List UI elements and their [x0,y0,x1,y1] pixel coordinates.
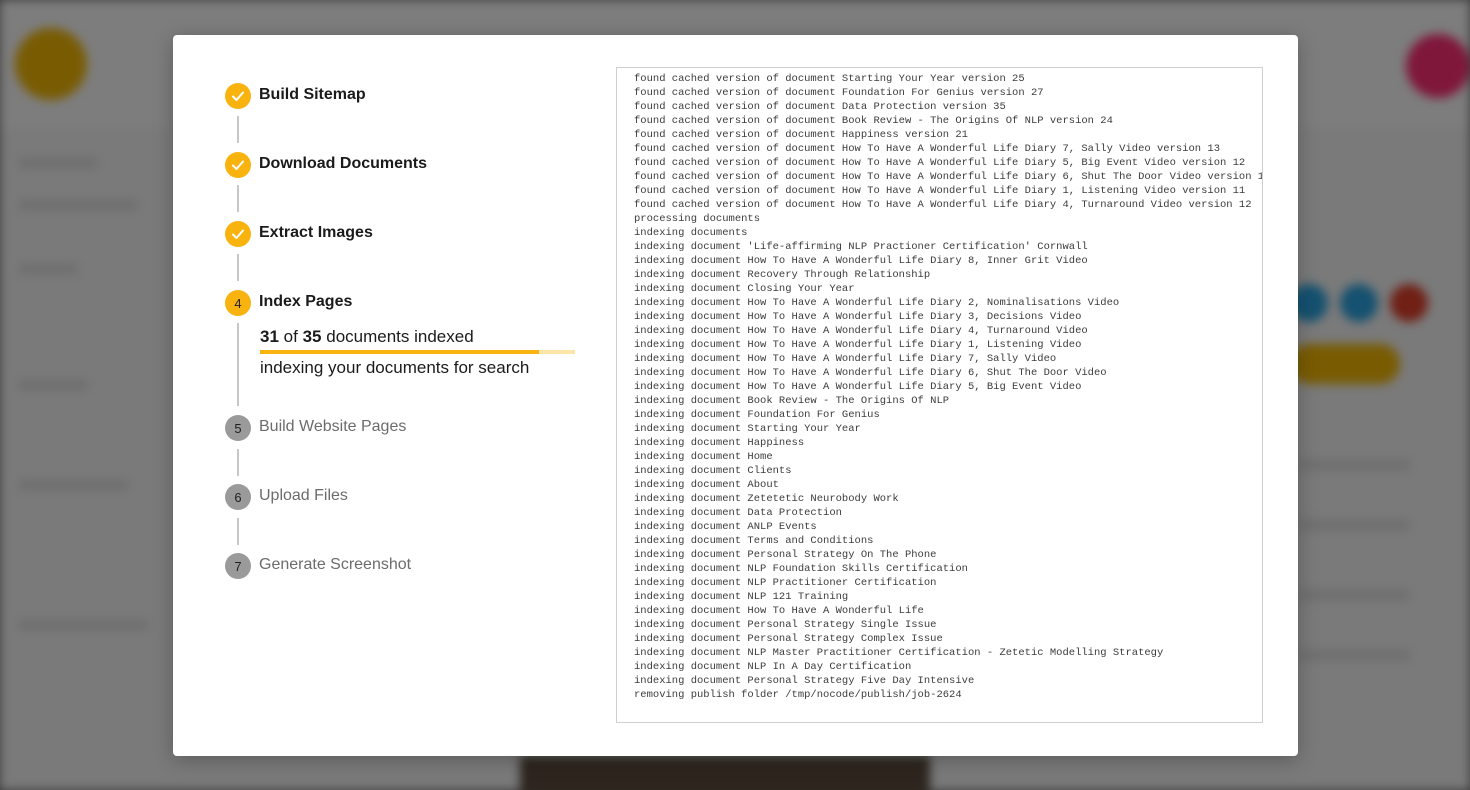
log-line: indexing document NLP 121 Training [634,591,849,603]
step-2-complete-badge [225,152,251,178]
log-line: found cached version of document How To … [634,143,1220,155]
step-connector [237,323,239,406]
log-line: indexing document How To Have A Wonderfu… [634,353,1057,365]
log-line: found cached version of document Data Pr… [634,101,1006,113]
log-line: indexing document Personal Strategy Five… [634,675,975,687]
step-3-complete-badge [225,221,251,247]
build-log-panel[interactable]: found cached version of document ANLP Ev… [616,67,1263,723]
log-line: indexing document How To Have A Wonderfu… [634,255,1088,267]
progress-of-word: of [283,327,298,346]
log-line: indexing document How To Have A Wonderfu… [634,339,1082,351]
log-line: indexing document About [634,479,779,491]
log-line: found cached version of document How To … [634,157,1246,169]
log-line: indexing document Clients [634,465,792,477]
progress-done-count: 31 [260,327,279,346]
log-line: indexing document How To Have A Wonderfu… [634,381,1082,393]
log-line: indexing document Happiness [634,437,805,449]
step-4-label: Index Pages [259,293,353,310]
progress-bar [260,350,575,354]
log-line: found cached version of document How To … [634,199,1252,211]
check-icon [232,160,244,170]
step-connector [237,518,239,545]
log-line: indexing document 'Life-affirming NLP Pr… [634,241,1088,253]
log-line: indexing document NLP Practitioner Certi… [634,577,937,589]
log-line: indexing document How To Have A Wonderfu… [634,297,1120,309]
log-line: indexing document NLP Master Practitione… [634,647,1164,659]
log-line: indexing document Book Review - The Orig… [634,395,950,407]
step-6-label: Upload Files [259,487,348,504]
log-line: indexing document Home [634,451,773,463]
log-line: found cached version of document How To … [634,171,1263,183]
log-line: found cached version of document Foundat… [634,87,1044,99]
step-connector [237,449,239,476]
step-7-label: Generate Screenshot [259,556,412,573]
step-5-label: Build Website Pages [259,418,407,435]
log-line: found cached version of document How To … [634,185,1246,197]
step-7-number-badge: 7 [225,553,251,579]
log-line: found cached version of document Book Re… [634,115,1113,127]
log-line: indexing document Zetetetic Neurobody Wo… [634,493,899,505]
log-line: indexing document Terms and Conditions [634,535,874,547]
log-line: indexing document Data Protection [634,507,842,519]
log-line: indexing documents [634,227,748,239]
log-line: indexing document NLP In A Day Certifica… [634,661,912,673]
log-line: indexing document How To Have A Wonderfu… [634,325,1088,337]
log-line: indexing document How To Have A Wonderfu… [634,311,1082,323]
check-icon [232,91,244,101]
log-line: indexing document Recovery Through Relat… [634,269,931,281]
log-line: indexing document Foundation For Genius [634,409,880,421]
progress-suffix: documents indexed [326,327,474,346]
log-line: indexing document Personal Strategy On T… [634,549,937,561]
progress-total-count: 35 [302,327,322,346]
log-line: indexing document Starting Your Year [634,423,861,435]
log-line: indexing document Closing Your Year [634,283,855,295]
step-connector [237,116,239,143]
log-line: indexing document How To Have A Wonderfu… [634,367,1107,379]
step-1-label: Build Sitemap [259,86,366,103]
check-icon [232,229,244,239]
step-1-complete-badge [225,83,251,109]
log-line: indexing document Personal Strategy Sing… [634,619,937,631]
log-line: indexing document NLP Foundation Skills … [634,563,968,575]
log-line: indexing document How To Have A Wonderfu… [634,605,924,617]
build-log: found cached version of document ANLP Ev… [634,68,1263,702]
progress-status-text: indexing your documents for search [260,358,530,377]
step-4-number-badge: 4 [225,290,251,316]
log-line: removing publish folder /tmp/nocode/publ… [634,689,962,701]
step-connector [237,185,239,212]
progress-count: 31 of 35 documents indexed [260,326,474,348]
step-3-label: Extract Images [259,224,373,241]
step-connector [237,254,239,281]
step-6-number-badge: 6 [225,484,251,510]
log-line: indexing document Personal Strategy Comp… [634,633,943,645]
log-line: found cached version of document Startin… [634,73,1025,85]
log-line: indexing document ANLP Events [634,521,817,533]
log-line: found cached version of document Happine… [634,129,968,141]
log-line: processing documents [634,213,761,225]
step-5-number-badge: 5 [225,415,251,441]
step-2-label: Download Documents [259,155,428,172]
publish-progress-dialog: Build Sitemap Download Documents Extract… [173,35,1298,756]
progress-bar-fill [260,350,540,354]
